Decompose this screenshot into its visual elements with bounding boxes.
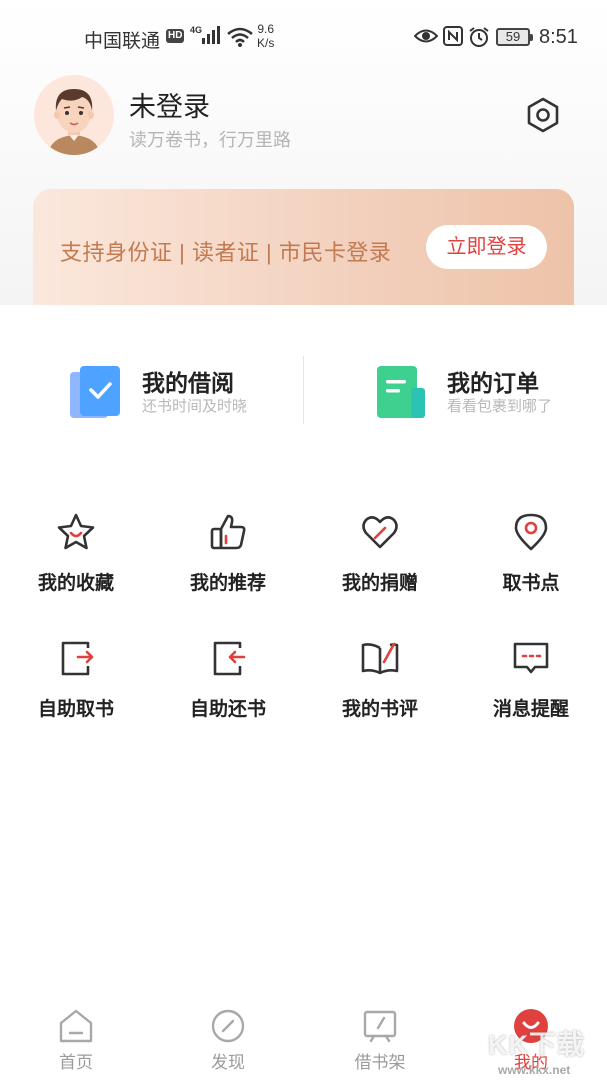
grid-item-label: 自助取书 [37,699,114,720]
speed-unit: K/s [257,36,275,50]
quick-action-subtitle: 看看包裹到哪了 [447,398,553,415]
settings-icon[interactable] [524,96,562,134]
grid-item-label: 消息提醒 [492,699,569,720]
login-banner: 支持身份证 | 读者证 | 市民卡登录 立即登录 [33,189,574,305]
quick-action-title: 我的借阅 [142,370,234,396]
svg-text:4G: 4G [190,25,202,35]
speed-value: 9.6 [257,22,275,36]
nav-item-mine[interactable]: 我的 [471,1000,591,1080]
bottom-navigation: 首页 发现 借书架 我的 [0,1000,607,1080]
grid-item-label: 取书点 [502,573,560,594]
login-now-button[interactable]: 立即登录 [426,225,547,269]
login-banner-text: 支持身份证 | 读者证 | 市民卡登录 [60,240,392,265]
bookshelf-icon [362,1008,398,1044]
nav-item-home[interactable]: 首页 [16,1000,136,1080]
network-speed: 9.6 K/s [257,22,274,50]
grid-item-label: 自助还书 [189,699,266,720]
grid-item-label: 我的推荐 [189,573,266,594]
username[interactable]: 未登录 [129,85,210,124]
slogan: 读万卷书，行万里路 [129,130,291,150]
grid-item-self-return[interactable]: 自助还书 [158,638,298,738]
battery-icon: 59 [496,28,530,46]
profile-icon [513,1008,549,1044]
eye-icon [413,27,439,50]
home-icon [58,1008,94,1044]
grid-item-label: 我的收藏 [37,573,114,594]
grid-item-label: 我的捐赠 [341,573,418,594]
heart-icon [360,512,400,552]
hd-badge: HD [166,29,185,43]
grid-item-self-pickup[interactable]: 自助取书 [6,638,146,738]
book-review-icon [360,638,400,678]
order-document-icon [375,362,429,420]
alarm-icon [468,26,490,53]
grid-item-donations[interactable]: 我的捐赠 [310,512,450,612]
nav-item-bookshelf[interactable]: 借书架 [320,1000,440,1080]
self-pickup-icon [56,638,96,678]
nav-item-discover[interactable]: 发现 [168,1000,288,1080]
compass-icon [210,1008,246,1044]
borrow-book-icon [70,362,124,420]
quick-action-title: 我的订单 [447,370,539,396]
battery-tip [530,34,533,41]
wifi-icon [226,26,254,53]
grid-item-book-reviews[interactable]: 我的书评 [310,638,450,738]
quick-action-divider [303,356,304,424]
carrier-name: 中国联通 [84,31,161,52]
self-return-icon [208,638,248,678]
grid-item-pickup-point[interactable]: 取书点 [461,512,601,612]
grid-item-label: 我的书评 [341,699,418,720]
nav-item-label: 首页 [59,1053,93,1072]
nfc-icon [443,26,463,51]
message-icon [511,638,551,678]
star-icon [56,512,96,552]
location-pin-icon [511,512,551,552]
clock-time: 8:51 [539,26,578,48]
grid-item-favorites[interactable]: 我的收藏 [6,512,146,612]
nav-item-label: 发现 [211,1053,245,1072]
grid-item-recommend[interactable]: 我的推荐 [158,512,298,612]
thumbs-up-icon [208,512,248,552]
avatar-icon[interactable] [34,75,114,155]
nav-item-label: 我的 [514,1053,548,1072]
signal-icon: 4G [190,24,224,51]
nav-item-label: 借书架 [354,1053,406,1072]
status-bar: 中国联通 HD 4G 9.6 K/s 59 8:51 [0,0,607,72]
grid-item-notifications[interactable]: 消息提醒 [461,638,601,738]
quick-action-subtitle: 还书时间及时晓 [142,398,248,415]
